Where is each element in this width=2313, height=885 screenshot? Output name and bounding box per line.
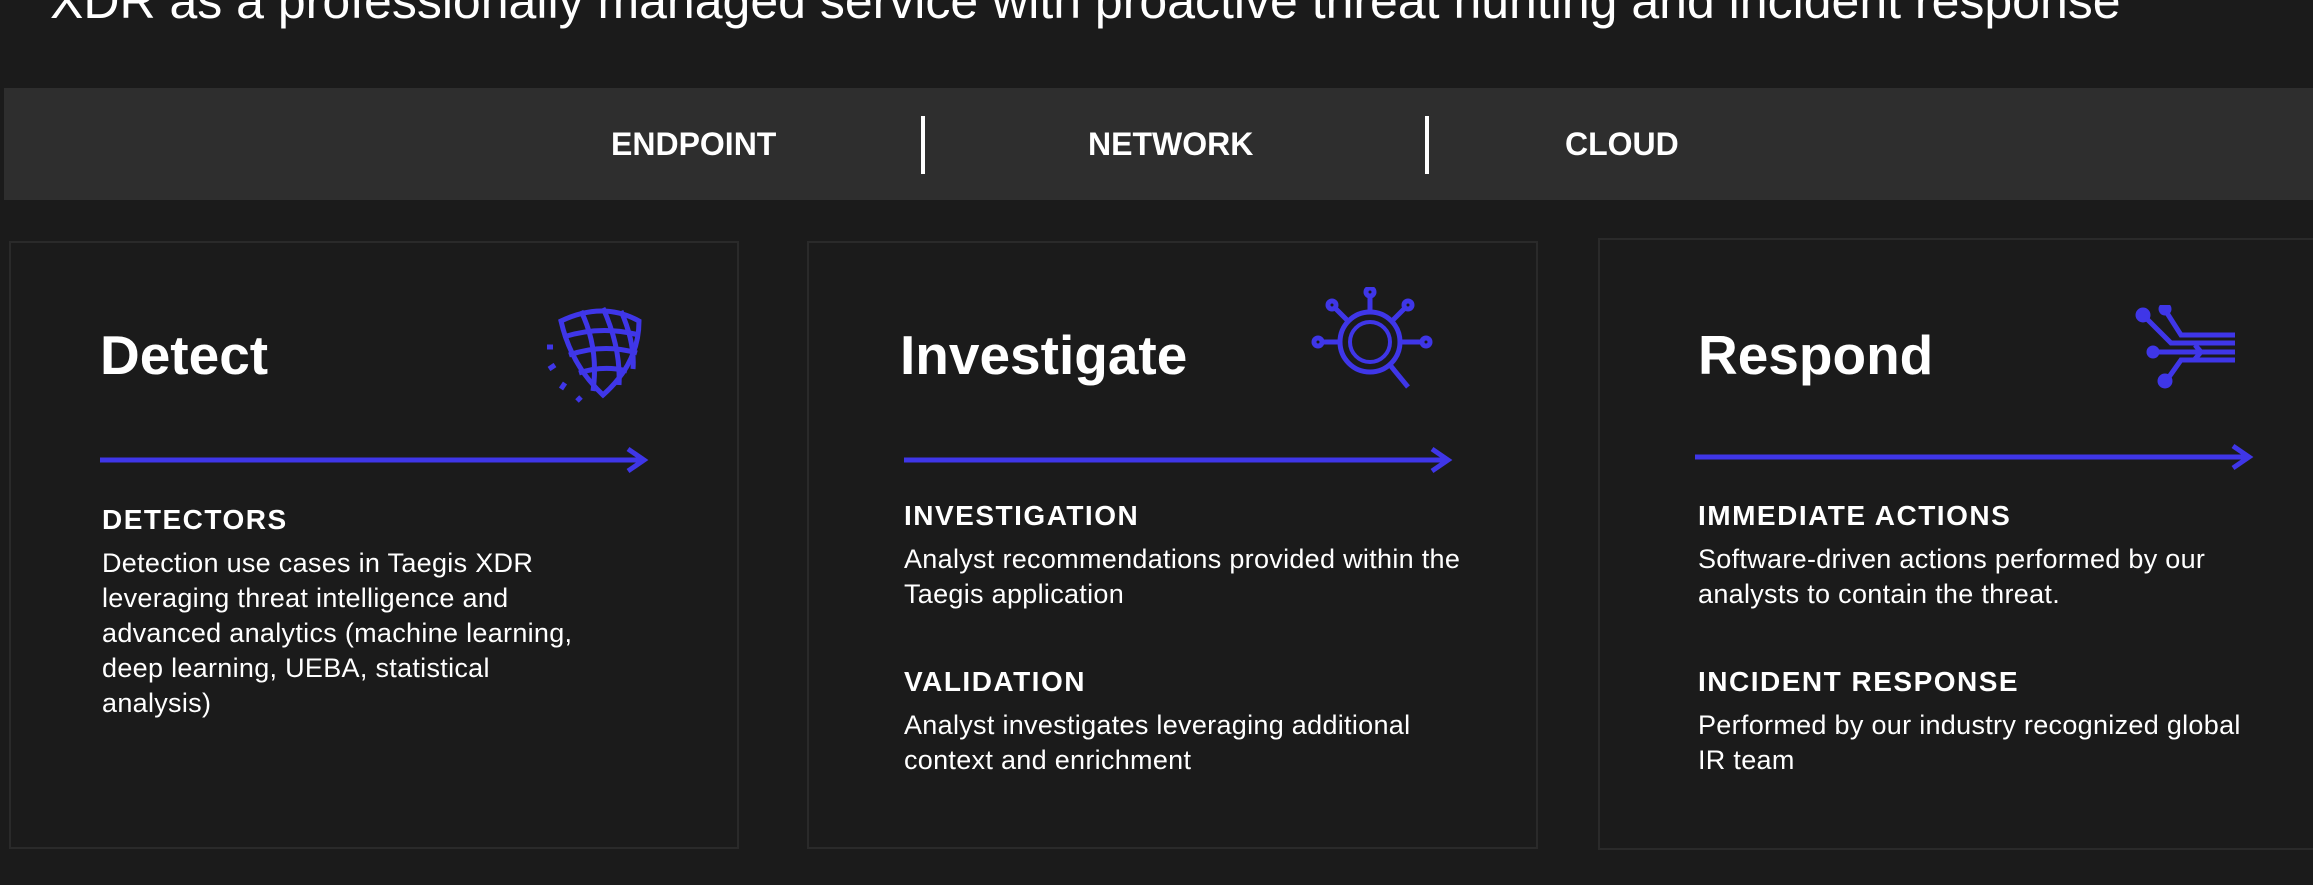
section-heading: IMMEDIATE ACTIONS (1698, 500, 2012, 531)
magnifier-network-icon (1311, 287, 1433, 389)
page-headline: XDR as a professionally managed service … (50, 0, 2121, 29)
section-heading: INCIDENT RESPONSE (1698, 666, 2020, 697)
section-heading: INVESTIGATION (904, 500, 1140, 531)
section-body: Analyst recommendations provided within … (904, 544, 1461, 609)
respond-card: Respond IMMEDIATE ACTIONS Software-drive… (1598, 238, 2313, 850)
circuit-arrow-icon (2135, 305, 2235, 389)
investigate-card: Investigate INVESTIGATION Analyst recomm… (807, 241, 1538, 849)
card-title: Investigate (900, 324, 1188, 386)
coverage-tab-bar: ENDPOINT NETWORK CLOUD (4, 88, 2313, 200)
section-body: Detection use cases in Taegis XDR levera… (102, 548, 573, 718)
section-heading: VALIDATION (904, 666, 1086, 697)
arrow-divider (1695, 443, 2254, 471)
section-body: Performed by our industry recognized glo… (1698, 710, 2241, 775)
tab-endpoint[interactable]: ENDPOINT (611, 88, 776, 200)
tab-divider (1425, 116, 1429, 174)
section-heading: DETECTORS (102, 504, 288, 535)
card-title: Detect (100, 324, 269, 386)
tab-network[interactable]: NETWORK (1088, 88, 1253, 200)
tab-cloud[interactable]: CLOUD (1565, 88, 1679, 200)
arrow-divider (100, 446, 649, 474)
detect-card: Detect DETECTORS Detection use cases in … (9, 241, 739, 849)
tab-divider (921, 116, 925, 174)
globe-shield-icon (547, 306, 642, 403)
section-body: Software-driven actions performed by our… (1698, 544, 2206, 609)
arrow-divider (904, 446, 1453, 474)
card-title: Respond (1698, 324, 1934, 386)
section-body: Analyst investigates leveraging addition… (904, 710, 1411, 775)
